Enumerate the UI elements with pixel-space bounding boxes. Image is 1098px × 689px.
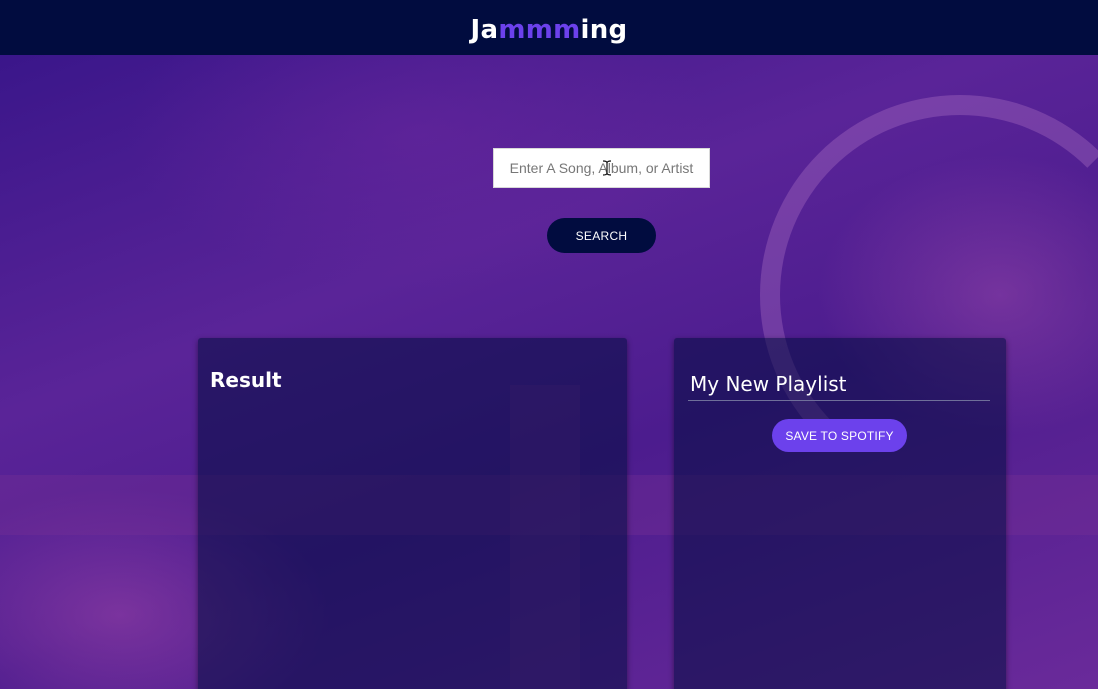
text-cursor-icon <box>602 160 612 176</box>
search-results-panel: Result <box>198 338 627 689</box>
logo-prefix: Ja <box>470 14 499 45</box>
playlist-name-input[interactable] <box>688 367 990 401</box>
save-to-spotify-button[interactable]: SAVE TO SPOTIFY <box>772 419 907 452</box>
search-button[interactable]: SEARCH <box>547 218 656 253</box>
main-background: SEARCH Result SAVE TO SPOTIFY <box>0 55 1098 689</box>
app-logo: Jammming <box>471 15 628 45</box>
playlist-panel: SAVE TO SPOTIFY <box>674 338 1006 689</box>
logo-accent: mmm <box>498 14 581 45</box>
logo-suffix: ing <box>580 14 628 45</box>
app-header: Jammming <box>0 0 1098 55</box>
results-title: Result <box>210 368 282 392</box>
